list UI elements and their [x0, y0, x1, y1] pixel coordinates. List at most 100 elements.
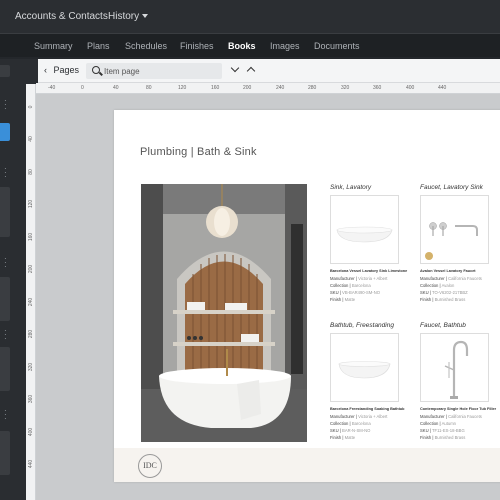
- ruler-tick: 440: [438, 85, 447, 91]
- search-input[interactable]: [104, 65, 214, 77]
- spec-label: SKU: [420, 290, 429, 295]
- ruler-tick: 280: [308, 85, 317, 91]
- horizontal-ruler: -40 0 40 80 120 160 200 240 280 320 360 …: [36, 83, 500, 94]
- ruler-tick: 360: [28, 394, 34, 404]
- pages-back-button[interactable]: ‹ Pages: [44, 65, 79, 75]
- chevron-up-icon[interactable]: [246, 66, 256, 76]
- vertical-ruler: 0 40 80 120 160 200 240 280 320 360 400 …: [26, 84, 36, 500]
- more-dots-icon[interactable]: · · ·: [4, 327, 7, 343]
- ruler-tick: 240: [28, 297, 34, 307]
- spec-sku: SKU | BAR-N-SM-NO: [330, 428, 371, 433]
- spec-value: Barcelona: [351, 283, 371, 288]
- ruler-tick: 240: [276, 85, 285, 91]
- search-icon: [92, 66, 100, 74]
- ruler-tick: 40: [28, 136, 34, 142]
- spec-label: SKU: [420, 428, 429, 433]
- ruler-tick: 400: [28, 427, 34, 437]
- card-title: Faucet, Bathtub: [420, 322, 466, 329]
- spec-finish: Finish | Matte: [330, 297, 356, 302]
- spec-finish: Finish | Matte: [330, 435, 356, 440]
- spec-sku: SKU | VB-BAR490-SM-NO: [330, 290, 380, 295]
- ruler-tick: 80: [28, 169, 34, 175]
- ruler-tick: 400: [406, 85, 415, 91]
- more-dots-icon[interactable]: · · ·: [4, 165, 7, 181]
- pages-label: Pages: [53, 65, 80, 75]
- spec-value: California Faucets: [448, 414, 482, 419]
- bathroom-photo[interactable]: [141, 184, 307, 442]
- tab-finishes[interactable]: Finishes: [180, 41, 214, 51]
- history-label: History: [108, 11, 140, 22]
- spec-value: Matte: [344, 297, 356, 302]
- spec-label: Finish: [420, 297, 432, 302]
- rail-item[interactable]: [0, 347, 10, 391]
- caret-down-icon: [142, 14, 149, 19]
- spec-manufacturer: Manufacturer | Victoria + Albert: [330, 414, 388, 419]
- rail-item[interactable]: [0, 431, 10, 475]
- breadcrumb-accounts-contacts[interactable]: Accounts & Contacts: [15, 11, 108, 22]
- tab-images[interactable]: Images: [270, 41, 300, 51]
- spec-finish: Finish | Burnished Brass: [420, 435, 466, 440]
- bathtub-image: [330, 333, 399, 402]
- spec-label: Manufacturer: [330, 276, 355, 281]
- ruler-tick: 360: [373, 85, 382, 91]
- book-page[interactable]: Plumbing | Bath & Sink Sink, Lavatory Ba…: [114, 110, 500, 482]
- spec-collection: Collection | Barcelona: [330, 283, 371, 288]
- spec-value: California Faucets: [448, 276, 482, 281]
- spec-value: Burnished Brass: [434, 297, 466, 302]
- spec-label: Finish: [420, 435, 432, 440]
- rail-item[interactable]: [0, 277, 10, 321]
- spec-label: Finish: [330, 435, 342, 440]
- ruler-tick: 120: [178, 85, 187, 91]
- spec-manufacturer: Manufacturer | California Faucets: [420, 276, 482, 281]
- chevron-down-icon[interactable]: [230, 63, 240, 73]
- product-name: Barcelona Freestanding Soaking Bathtub: [330, 407, 405, 411]
- more-dots-icon[interactable]: · · ·: [4, 97, 7, 113]
- ruler-tick: 160: [211, 85, 220, 91]
- spec-value: Victoria + Albert: [358, 414, 388, 419]
- rail-item-active[interactable]: [0, 123, 10, 141]
- spec-value: Matte: [344, 435, 356, 440]
- page-footer: IDC: [114, 448, 500, 482]
- tab-documents[interactable]: Documents: [314, 41, 360, 51]
- spec-manufacturer: Manufacturer | California Faucets: [420, 414, 482, 419]
- spec-value: Autumn: [441, 421, 457, 426]
- spec-finish: Finish | Burnished Brass: [420, 297, 466, 302]
- spec-sku: SKU | TF11-ES-18-BBG: [420, 428, 465, 433]
- ruler-tick: 320: [341, 85, 350, 91]
- spec-label: Manufacturer: [330, 414, 355, 419]
- rail-item[interactable]: [0, 65, 10, 77]
- page-title: Plumbing | Bath & Sink: [140, 146, 257, 158]
- tab-books[interactable]: Books: [228, 41, 256, 51]
- spec-value: TF11-ES-18-BBG: [431, 428, 465, 433]
- history-dropdown[interactable]: History: [108, 11, 149, 22]
- spec-label: SKU: [330, 290, 339, 295]
- spec-label: Finish: [330, 297, 342, 302]
- more-dots-icon[interactable]: · · ·: [4, 407, 7, 423]
- card-title: Sink, Lavatory: [330, 184, 372, 191]
- card-title: Bathtub, Freestanding: [330, 322, 394, 329]
- spec-label: SKU: [330, 428, 339, 433]
- ruler-tick: 440: [28, 459, 34, 469]
- ruler-tick: 200: [243, 85, 252, 91]
- sink-icon: [336, 226, 393, 243]
- bathtub-icon: [338, 361, 391, 379]
- tab-schedules[interactable]: Schedules: [125, 41, 167, 51]
- ruler-tick: 80: [146, 85, 152, 91]
- spec-value: TO-V6202-217BBZ: [431, 290, 468, 295]
- spec-collection: Collection | Barcelona: [330, 421, 371, 426]
- ruler-tick: 280: [28, 329, 34, 339]
- top-bar: Accounts & Contacts History: [0, 0, 500, 33]
- rail-item[interactable]: [0, 187, 10, 237]
- spec-label: Collection: [330, 283, 349, 288]
- spec-value: Avalon: [441, 283, 455, 288]
- page-search: [86, 63, 222, 79]
- tub-filler-image: [420, 333, 489, 402]
- more-dots-icon[interactable]: · · ·: [4, 255, 7, 271]
- tab-plans[interactable]: Plans: [87, 41, 110, 51]
- ruler-tick: 40: [113, 85, 119, 91]
- tab-summary[interactable]: Summary: [34, 41, 73, 51]
- spec-value: Burnished Brass: [434, 435, 466, 440]
- spec-label: Collection: [420, 283, 439, 288]
- spec-collection: Collection | Avalon: [420, 283, 455, 288]
- spec-value: BAR-N-SM-NO: [342, 428, 371, 433]
